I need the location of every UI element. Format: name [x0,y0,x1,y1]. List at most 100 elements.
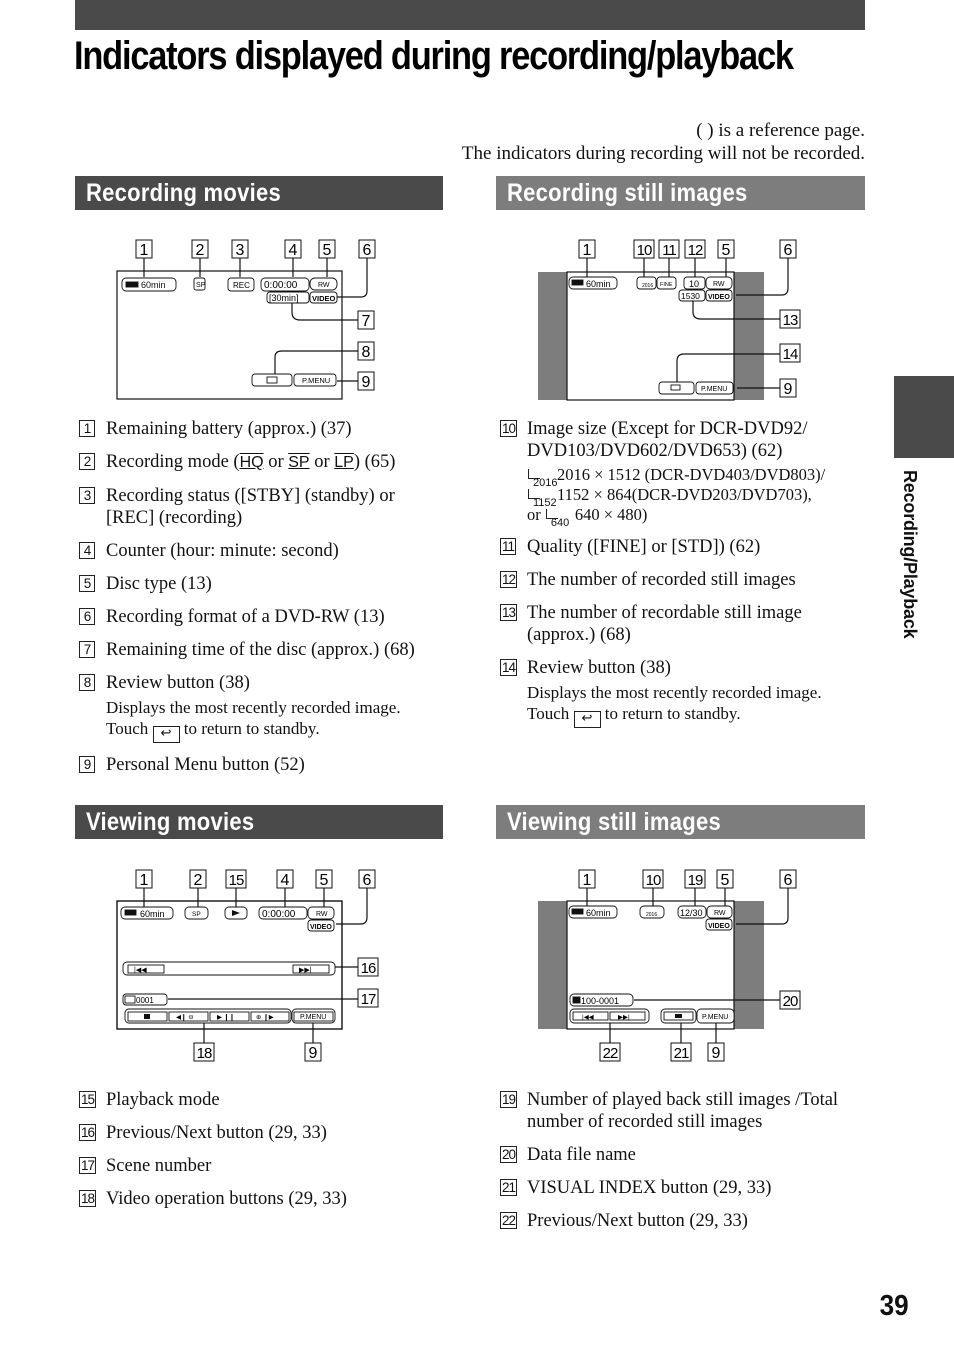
previous-button[interactable]: |◀◀ [572,1011,609,1021]
callout-6: 6 [779,239,797,259]
index-icon[interactable] [675,1014,682,1018]
legend-text: to return to standby. [600,704,741,723]
legend-text: Recording format of a DVD-RW (13) [106,607,385,627]
image-size-icon: 640 [545,507,575,529]
svg-text:5: 5 [722,242,731,259]
played-total-indicator: 12/30 [677,905,707,919]
size-text: 2016 × 1512 (DCR-DVD403/DVD803)/ [557,465,826,484]
legend-text: The number of recorded still images [527,570,796,590]
previous-next-group: |◀◀ ▶▶| [569,1008,650,1024]
callout-12: 12 [684,239,706,259]
legend-text: Recording status ([STBY] (standby) or [R… [106,486,395,528]
svg-text:9: 9 [309,1045,318,1062]
svg-text:19: 19 [688,872,703,889]
svg-text:100-0001: 100-0001 [581,996,619,1006]
svg-text:P.MENU[interactable]: P.MENU [302,376,330,385]
pmenu-button[interactable]: P.MENU [293,373,337,387]
disc-type-indicator: RW [705,276,733,290]
review-button[interactable] [251,373,293,387]
svg-text:14: 14 [783,346,798,363]
legend-item: 13 The number of recordable still image (… [497,602,867,646]
svg-text:2: 2 [196,242,205,259]
previous-button[interactable]: |◀◀ [127,964,165,974]
recordable-count-indicator: 1530 [678,289,706,302]
svg-text:60min: 60min [586,908,611,918]
review-button[interactable] [658,381,695,395]
diagram-recording-still-images: 1 10 11 12 5 6 13 14 9 60min 2016 FINE 1… [538,236,808,406]
slow-forward-button[interactable]: ⊕ ❙▶ [250,1011,290,1022]
image-size-icon: 2016 [527,467,557,489]
legend-text: Touch [106,719,153,738]
legend-number: 6 [79,608,95,625]
legend-number: 9 [79,756,95,773]
section-header-viewing-still-images: Viewing still images [496,805,865,839]
svg-text:0001: 0001 [136,996,154,1005]
size-text: 640 × 480) [574,505,648,524]
play-pause-button[interactable]: ▶ ❙❙ [209,1011,250,1022]
reverse-icon[interactable]: ◀❙ ⊖ [176,1013,194,1021]
side-tab-marker [894,376,954,458]
svg-text:6: 6 [784,242,793,259]
battery-icon [571,908,584,915]
svg-text:15: 15 [229,872,244,889]
callout-9: 9 [779,378,797,398]
callout-15: 15 [225,869,247,889]
svg-text:P.MENU[interactable]: P.MENU [702,1014,728,1021]
next-icon[interactable]: ▶▶| [618,1014,630,1021]
callout-9: 9 [304,1042,322,1062]
diagram-recording-movies: 1 2 3 4 5 6 7 8 9 60min SP REC 0:00:00 R… [116,236,386,406]
legend-number: 18 [79,1190,97,1207]
return-icon: ↩ [573,711,601,728]
legend-text: Recording mode ( [106,452,240,472]
legend-text: Previous/Next button (29, 33) [106,1123,327,1143]
legend-number: 14 [500,659,518,676]
legend-text: VISUAL INDEX button (29, 33) [527,1178,772,1198]
callout-1: 1 [135,239,153,259]
legend-text: Image size (Except for DCR-DVD92/ DVD103… [527,419,808,461]
svg-text:P.MENU[interactable]: P.MENU [701,386,727,393]
svg-text:P.MENU[interactable]: P.MENU [300,1014,326,1021]
next-button[interactable]: ▶▶| [609,1011,646,1021]
slow-reverse-button[interactable]: ◀❙ ⊖ [168,1011,209,1022]
stop-button[interactable] [127,1011,168,1022]
svg-text:1: 1 [583,872,592,889]
callout-boxes: 1 2 3 4 5 6 7 8 9 [135,239,376,391]
pmenu-button[interactable]: P.MENU [696,1008,735,1024]
legend-number: 15 [79,1091,97,1108]
stop-icon[interactable] [144,1014,150,1019]
disc-type-indicator: RW [309,277,338,291]
still-count-indicator: 10 [683,276,706,290]
forward-icon[interactable]: ⊕ ❙▶ [256,1013,275,1021]
callout-22: 22 [599,1042,621,1062]
pmenu-button[interactable]: P.MENU [695,381,734,395]
pmenu-button[interactable]: P.MENU [291,1008,336,1024]
recording-mode-indicator: SP [193,277,206,291]
image-size-options: 2016 2016 × 1512 (DCR-DVD403/DVD803)/ 115… [527,465,867,529]
size-option: 2016 2016 × 1512 (DCR-DVD403/DVD803)/ [527,465,867,489]
legend-item: 6 Recording format of a DVD-RW (13) [76,606,446,628]
callout-8: 8 [357,341,375,361]
visual-index-button[interactable] [660,1008,697,1024]
previous-icon[interactable]: |◀◀ [134,967,147,974]
legend-recording-movies: 1 Remaining battery (approx.) (37) 2 Recor… [76,418,446,787]
svg-text:10: 10 [637,242,652,259]
diagram-viewing-still-images: 1 10 19 5 6 20 22 21 9 60min 2016 12/30 … [538,866,808,1066]
next-button[interactable]: ▶▶| [292,964,330,974]
image-size-icon: 1152 [527,487,557,509]
callout-13: 13 [779,309,801,329]
video-operation-buttons: ◀❙ ⊖ ▶ ❙❙ ⊕ ❙▶ [124,1008,292,1024]
svg-text:SP: SP [196,282,206,289]
callout-1: 1 [578,869,596,889]
previous-icon[interactable]: |◀◀ [582,1014,595,1021]
legend-text: The number of recordable still image (ap… [527,603,802,645]
legend-text: Touch [527,704,574,723]
legend-item: 21 VISUAL INDEX button (29, 33) [497,1177,867,1199]
callout-19: 19 [684,869,706,889]
next-icon[interactable]: ▶▶| [299,967,312,974]
legend-item: 17 Scene number [76,1155,446,1177]
svg-text:12: 12 [688,242,703,259]
legend-number: 21 [500,1179,518,1196]
callout-10: 10 [633,239,655,259]
callout-3: 3 [231,239,249,259]
play-pause-icon[interactable]: ▶ ❙❙ [217,1013,235,1021]
